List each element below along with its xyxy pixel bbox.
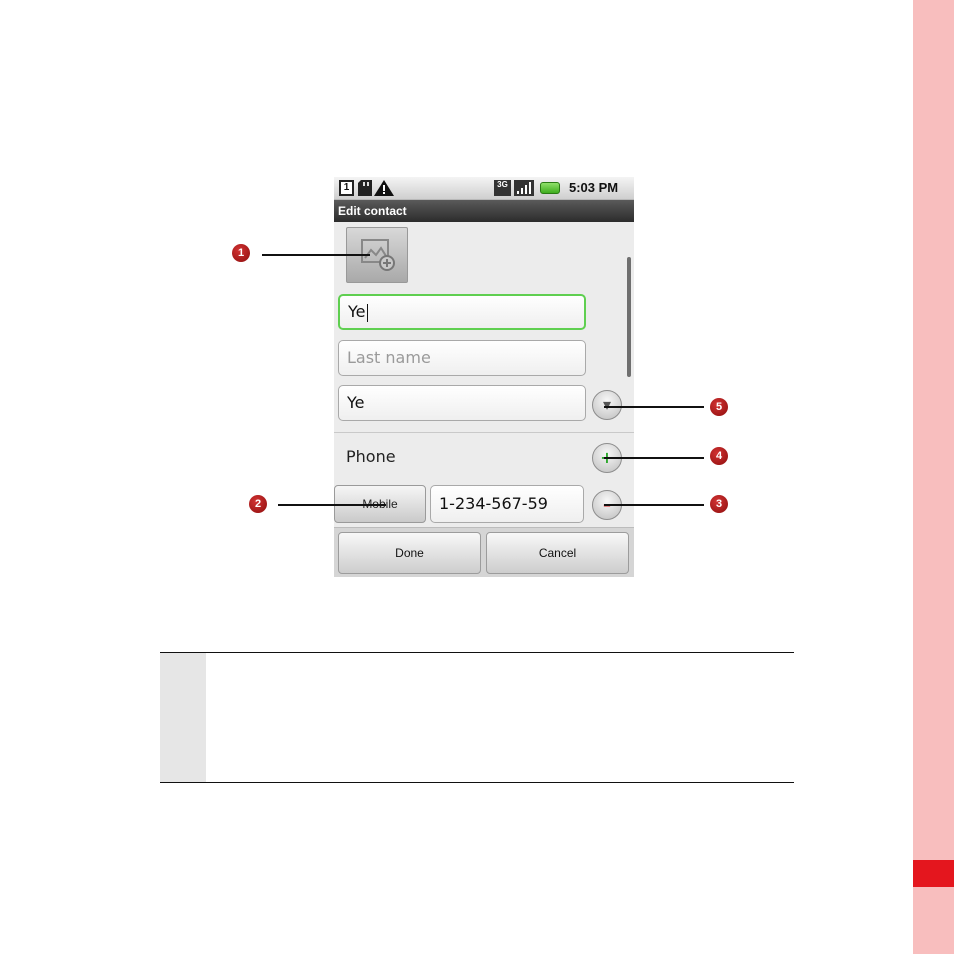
callout-line-1 [262,254,370,256]
warning-icon [374,180,394,196]
callout-badge-5: 5 [710,398,728,416]
callout-badge-1: 1 [232,244,250,262]
chevron-down-icon: ▾ [602,395,612,414]
sd-card-icon [358,180,372,196]
first-name-input[interactable]: Ye [338,294,586,330]
callout-badge-3: 3 [710,495,728,513]
phone-section-label: Phone [346,447,396,466]
callout-badge-2: 2 [249,495,267,513]
first-name-value: Ye [348,302,366,321]
note-icon-cell [160,653,206,782]
callout-line-4 [604,457,704,459]
phone-number-input[interactable]: 1-234-567-59 [430,485,584,523]
text-caret [366,303,368,322]
title-bar: Edit contact [334,200,634,222]
status-clock: 5:03 PM [569,180,619,195]
cancel-button[interactable]: Cancel [486,532,629,574]
callout-line-5 [604,406,704,408]
name-suffix-input[interactable]: Ye [338,385,586,421]
last-name-input[interactable]: Last name [338,340,586,376]
signal-icon [514,180,534,196]
3g-icon: 3G [494,180,511,196]
note-box [160,652,794,783]
scrollbar[interactable] [627,257,631,377]
section-divider [334,432,634,433]
expand-name-fields-button[interactable]: ▾ [592,390,622,420]
callout-badge-4: 4 [710,447,728,465]
screen-title: Edit contact [338,204,407,218]
phone-screenshot: 1 3G 5:03 PM Edit contact Ye Last name Y… [334,177,634,577]
callout-line-3 [604,504,704,506]
sim-card-icon: 1 [339,180,354,196]
status-bar: 1 3G 5:03 PM [334,177,634,200]
side-tab [913,860,954,887]
done-button[interactable]: Done [338,532,481,574]
footer-bar: Done Cancel [334,527,634,577]
side-strip [913,0,954,954]
callout-line-2 [278,504,386,506]
battery-icon [540,182,560,194]
